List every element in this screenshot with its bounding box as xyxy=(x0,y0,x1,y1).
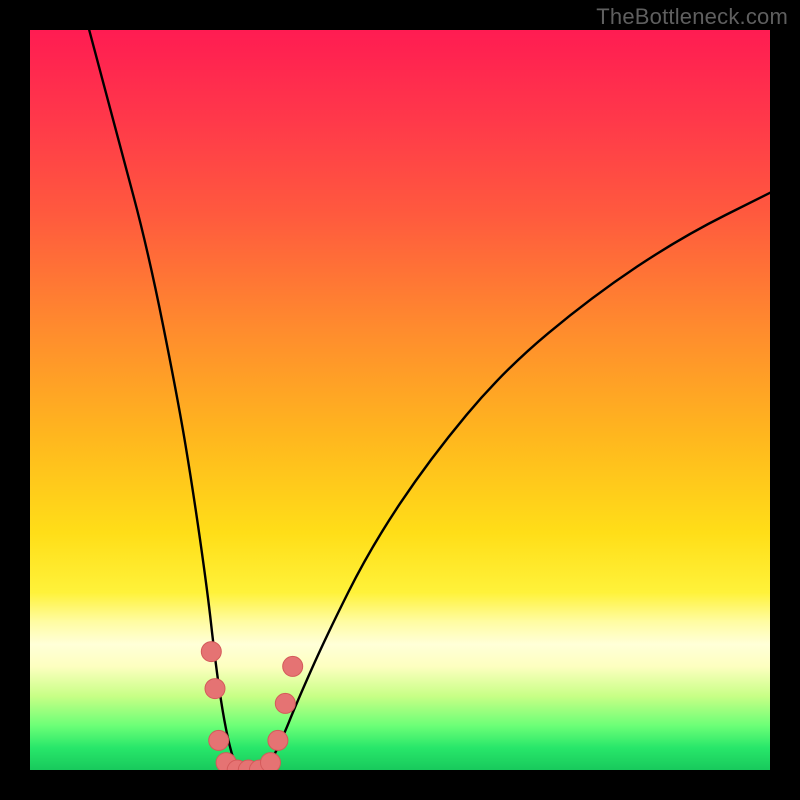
data-point xyxy=(209,730,229,750)
plot-area xyxy=(30,30,770,770)
watermark-text: TheBottleneck.com xyxy=(596,4,788,30)
data-point xyxy=(268,730,288,750)
data-point xyxy=(275,693,295,713)
chart-frame: TheBottleneck.com xyxy=(0,0,800,800)
curve-svg xyxy=(30,30,770,770)
data-point xyxy=(283,656,303,676)
curve-right xyxy=(267,193,770,770)
data-point xyxy=(205,679,225,699)
data-point xyxy=(261,753,281,770)
data-point xyxy=(201,642,221,662)
